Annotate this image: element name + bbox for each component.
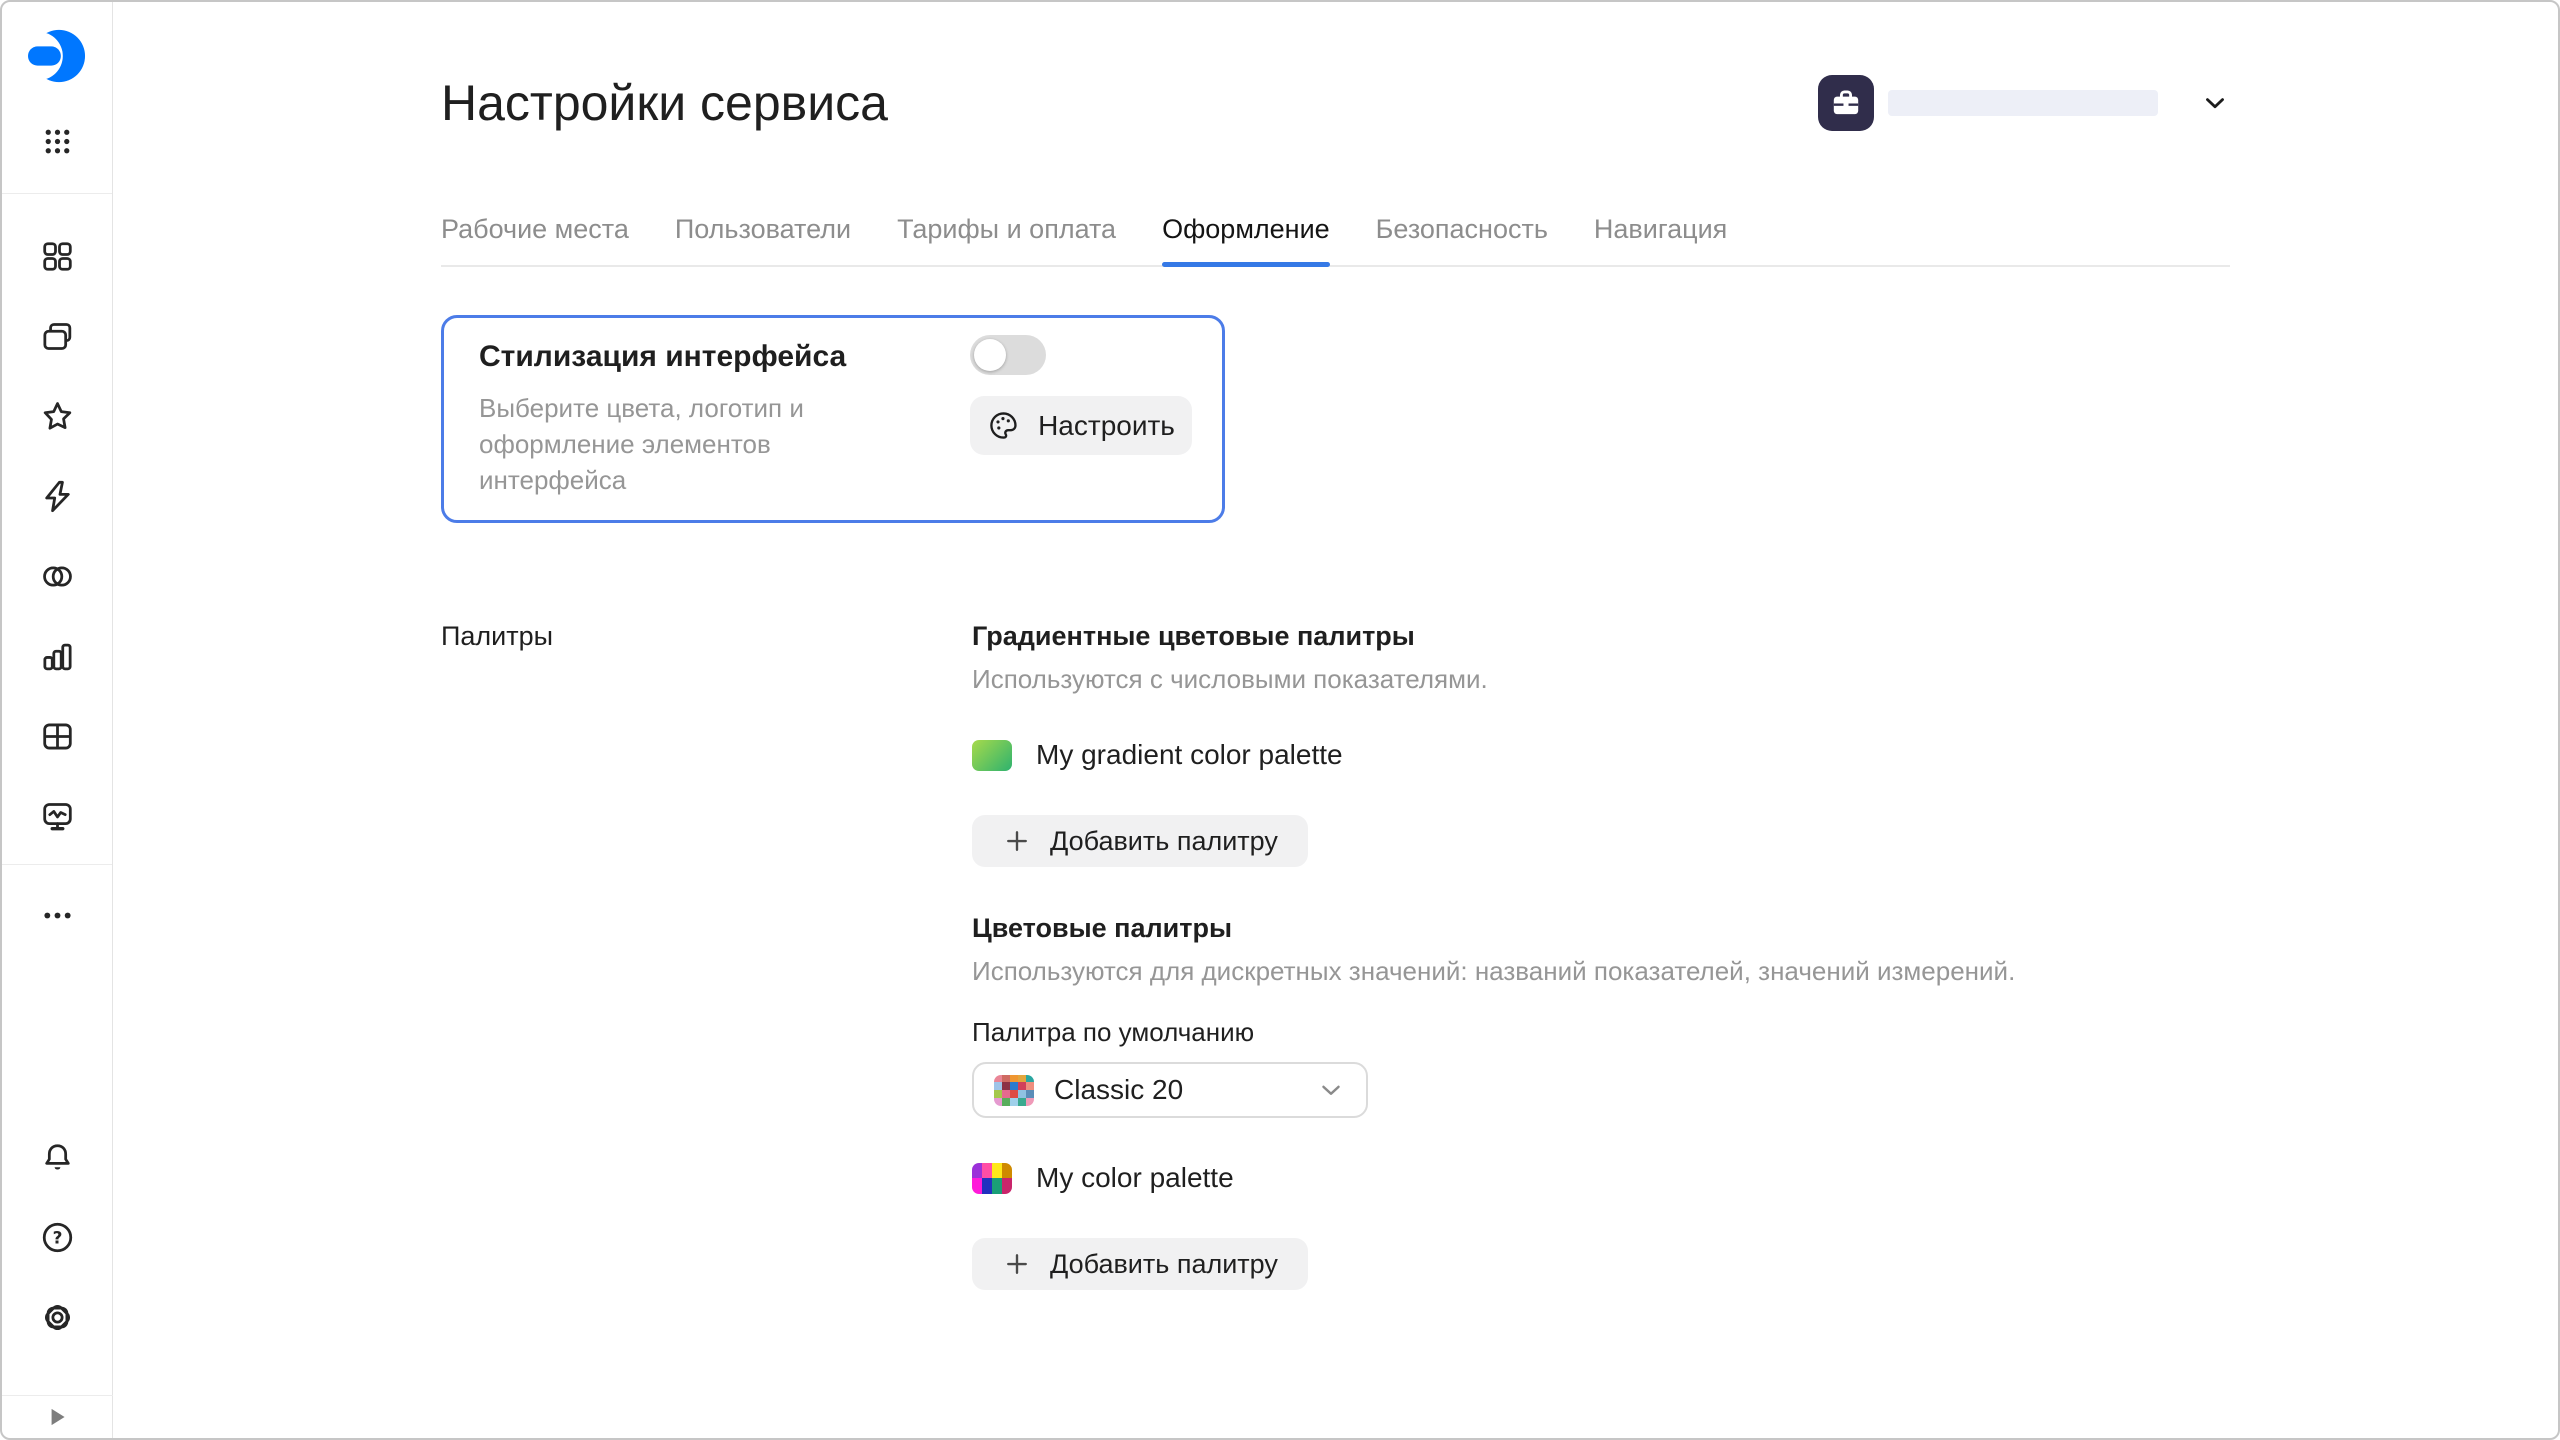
default-palette-select[interactable]: Classic 20 — [972, 1062, 1368, 1118]
charts-bar-icon[interactable] — [25, 634, 89, 678]
workbooks-grid-icon[interactable] — [25, 234, 89, 278]
color-palette-item[interactable]: My color palette — [972, 1158, 1234, 1198]
sidebar-divider — [2, 864, 112, 865]
settings-tabs: Рабочие места Пользователи Тарифы и опла… — [441, 214, 2230, 267]
palettes-section: Палитры Градиентные цветовые палитры Исп… — [441, 621, 2230, 1290]
monitoring-screen-icon[interactable] — [25, 794, 89, 838]
sidebar-nav — [25, 234, 89, 838]
add-gradient-palette-label: Добавить палитру — [1050, 826, 1278, 857]
toggle-knob — [974, 339, 1006, 371]
org-name-placeholder — [1888, 90, 2158, 116]
settings-gear-icon[interactable] — [25, 1295, 89, 1339]
account-switcher[interactable] — [1818, 75, 2230, 131]
color-palette-name: My color palette — [1036, 1162, 1234, 1194]
my-color-palette-swatch — [972, 1163, 1012, 1194]
styling-card-description: Выберите цвета, логотип и оформление эле… — [479, 390, 919, 498]
gradient-palette-name: My gradient color palette — [1036, 739, 1343, 771]
chevron-down-icon — [1316, 1075, 1346, 1105]
favorites-star-icon[interactable] — [25, 394, 89, 438]
plus-icon — [1002, 1249, 1032, 1279]
header: Настройки сервиса — [441, 74, 2230, 132]
interface-styling-card: Стилизация интерфейса Выберите цвета, ло… — [441, 315, 1225, 523]
main-content: Настройки сервиса — [113, 2, 2558, 1438]
styling-card-title: Стилизация интерфейса — [479, 340, 919, 374]
palettes-section-label: Палитры — [441, 621, 972, 1290]
color-palettes-title: Цветовые палитры — [972, 913, 1232, 944]
sidebar-footer — [2, 1395, 113, 1438]
gradient-palettes-description: Используются с числовыми показателями. — [972, 664, 1488, 695]
color-palettes-description: Используются для дискретных значений: на… — [972, 956, 2015, 987]
tab-appearance[interactable]: Оформление — [1162, 214, 1330, 265]
apps-grid-icon[interactable] — [25, 119, 89, 163]
sidebar-bottom-group: ? — [25, 1135, 89, 1339]
styling-toggle[interactable] — [970, 335, 1046, 375]
palette-icon — [987, 409, 1020, 442]
default-palette-value: Classic 20 — [1054, 1074, 1183, 1106]
add-gradient-palette-button[interactable]: Добавить палитру — [972, 815, 1308, 867]
org-badge — [1818, 75, 1874, 131]
briefcase-icon — [1827, 84, 1865, 122]
styling-card-text: Стилизация интерфейса Выберите цвета, ло… — [479, 335, 919, 498]
collections-icon[interactable] — [25, 314, 89, 358]
classic20-swatch — [994, 1075, 1034, 1106]
chevron-down-icon[interactable] — [2200, 88, 2230, 118]
app-window: ? Настройки сервиса — [0, 0, 2560, 1440]
tab-billing[interactable]: Тарифы и оплата — [897, 214, 1116, 265]
svg-text:?: ? — [52, 1227, 62, 1247]
gradient-palettes-title: Градиентные цветовые палитры — [972, 621, 1415, 652]
sidebar: ? — [2, 2, 113, 1438]
default-palette-label: Палитра по умолчанию — [972, 1017, 1254, 1048]
collapse-play-icon[interactable] — [25, 1395, 89, 1439]
more-ellipsis-icon[interactable] — [25, 893, 89, 937]
datalens-logo-icon[interactable] — [26, 27, 88, 85]
plus-icon — [1002, 826, 1032, 856]
gradient-palette-swatch — [972, 740, 1012, 771]
tab-users[interactable]: Пользователи — [675, 214, 851, 265]
quick-actions-lightning-icon[interactable] — [25, 474, 89, 518]
configure-button-label: Настроить — [1038, 410, 1175, 442]
notifications-bell-icon[interactable] — [25, 1135, 89, 1179]
add-color-palette-label: Добавить палитру — [1050, 1249, 1278, 1280]
page-title: Настройки сервиса — [441, 74, 888, 132]
tab-workspaces[interactable]: Рабочие места — [441, 214, 629, 265]
sidebar-divider — [2, 193, 112, 194]
add-color-palette-button[interactable]: Добавить палитру — [972, 1238, 1308, 1290]
configure-button[interactable]: Настроить — [970, 396, 1192, 455]
gradient-palette-item[interactable]: My gradient color palette — [972, 735, 1343, 775]
help-question-icon[interactable]: ? — [25, 1215, 89, 1259]
tab-navigation[interactable]: Навигация — [1594, 214, 1727, 265]
tables-grid-icon[interactable] — [25, 714, 89, 758]
datasets-circles-icon[interactable] — [25, 554, 89, 598]
tab-security[interactable]: Безопасность — [1376, 214, 1548, 265]
